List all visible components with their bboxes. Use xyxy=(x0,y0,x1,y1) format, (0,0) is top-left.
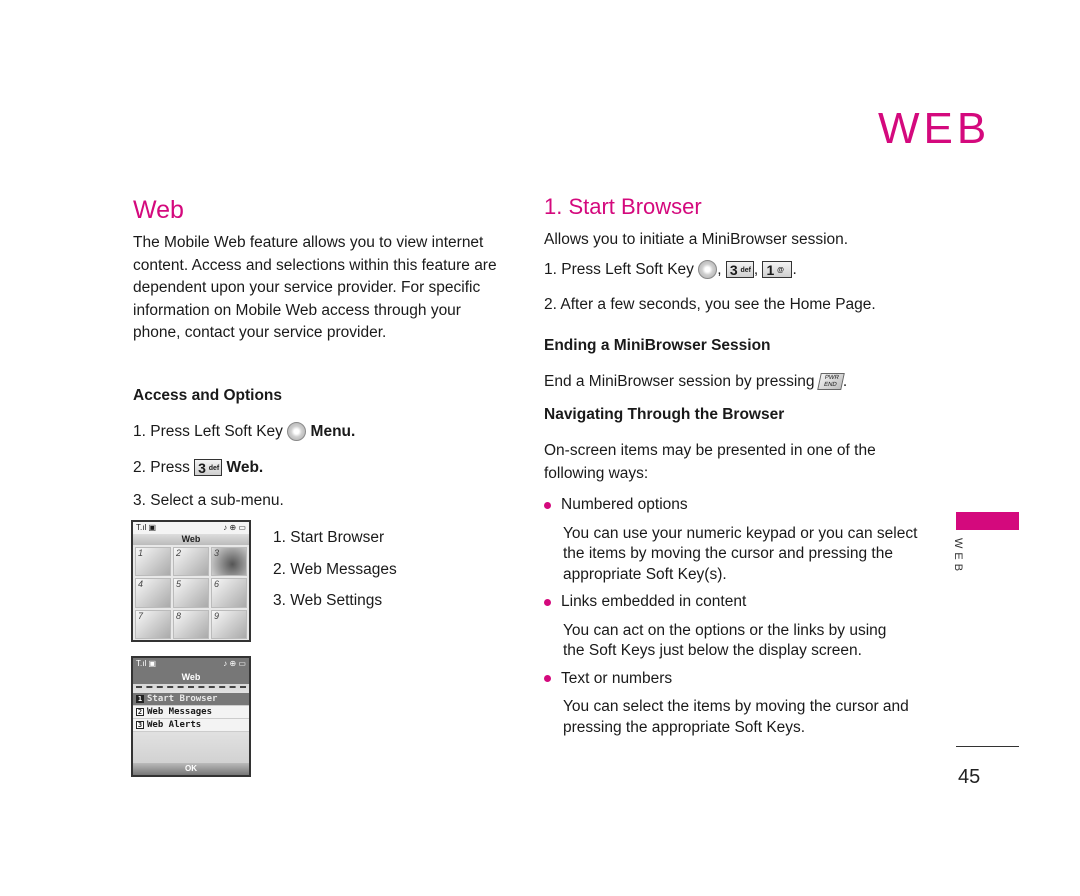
phone-screen-web-grid: T.ıl ▣ ♪ ⊕ ▭ Web 123 456 789 xyxy=(131,520,251,642)
step-2: 2. Press 3 def Web. xyxy=(133,457,263,480)
submenu-item: 2. Web Messages xyxy=(273,560,397,578)
submenu-item: 3. Web Settings xyxy=(273,592,383,609)
menu-grid-cell: 2 xyxy=(173,547,209,577)
menu-grid-cell: 3 xyxy=(211,547,247,577)
submenu-item: 1. Start Browser xyxy=(273,529,385,546)
phone-softkey-bar: OK xyxy=(133,763,249,775)
phone-title: Web xyxy=(133,534,249,545)
phone-menu-item: 2 Web Messages xyxy=(133,706,249,719)
start-browser-step-2: 2. After a few seconds, you see the Home… xyxy=(544,296,876,313)
bullet-description: You can select the items by moving the c… xyxy=(563,698,909,736)
menu-grid-cell: 5 xyxy=(173,578,209,608)
phone-title: Web xyxy=(133,670,249,684)
start-browser-step-1: 1. Press Left Soft Key , 3 def, 1 @. xyxy=(544,260,797,280)
bullet-title: Text or numbers xyxy=(561,669,673,687)
bullet-description: You can act on the options or the links … xyxy=(563,621,887,660)
bullet-icon xyxy=(544,675,551,683)
step-2-text: 2. Press xyxy=(133,459,190,476)
bullet-description: You can use your numeric keypad or you c… xyxy=(563,524,918,583)
signal-icon: T.ıl ▣ xyxy=(136,659,157,668)
step-2-target: Web. xyxy=(226,459,264,476)
battery-icon: ♪ ⊕ ▭ xyxy=(223,659,246,668)
section-heading-start-browser: 1. Start Browser xyxy=(544,194,702,219)
left-soft-key-icon xyxy=(287,422,307,442)
phone-menu-list: 1 Start Browser 2 Web Messages 3 Web Alerts xyxy=(133,693,249,732)
end-key-icon: PWR END xyxy=(817,373,845,391)
phone-menu-item: 1 Start Browser xyxy=(133,693,249,706)
step-1: 1. Press Left Soft Key Menu. xyxy=(133,421,355,444)
status-bar: T.ıl ▣ ♪ ⊕ ▭ xyxy=(133,522,249,534)
section-heading-web: Web xyxy=(133,196,184,224)
side-tab-label: WEB xyxy=(952,538,964,576)
step-1-text: 1. Press Left Soft Key xyxy=(544,261,694,278)
menu-grid-cell: 8 xyxy=(173,609,209,639)
bullet-icon xyxy=(544,598,551,606)
battery-icon: ♪ ⊕ ▭ xyxy=(223,523,246,532)
signal-icon: T.ıl ▣ xyxy=(136,523,157,532)
bullet-icon xyxy=(544,501,551,509)
menu-grid-cell: 7 xyxy=(135,609,171,639)
left-soft-key-icon xyxy=(698,260,718,280)
menu-grid-cell: 4 xyxy=(135,578,171,608)
key-3-def-icon: 3 def xyxy=(725,261,754,279)
ending-session-text: End a MiniBrowser session by pressing PW… xyxy=(544,373,848,391)
step-1-text: 1. Press Left Soft Key xyxy=(133,423,283,440)
menu-grid-cell: 9 xyxy=(211,609,247,639)
phone-screen-web-menu: T.ıl ▣ ♪ ⊕ ▭ Web 1 Start Browser 2 Web Mes… xyxy=(131,656,251,777)
key-1-voicemail-icon: 1 @ xyxy=(762,261,793,279)
navigating-heading: Navigating Through the Browser xyxy=(544,406,785,423)
step-3: 3. Select a sub-menu. xyxy=(133,492,284,509)
bullet-item: Text or numbers xyxy=(544,668,924,691)
menu-grid-cell: 1 xyxy=(135,547,171,577)
ending-text: End a MiniBrowser session by pressing xyxy=(544,373,815,390)
intro-paragraph: The Mobile Web feature allows you to vie… xyxy=(133,234,497,341)
phone-menu-item: 3 Web Alerts xyxy=(133,719,249,732)
bullet-item: Links embedded in content xyxy=(544,591,924,614)
bullet-item: Numbered options xyxy=(544,494,924,517)
start-browser-intro: Allows you to initiate a MiniBrowser ses… xyxy=(544,231,849,248)
access-options-heading: Access and Options xyxy=(133,387,283,404)
step-1-target: Menu. xyxy=(310,423,356,440)
navigating-intro: On-screen items may be presented in one … xyxy=(544,442,876,482)
menu-grid-cell: 6 xyxy=(211,578,247,608)
chapter-side-tab xyxy=(956,512,1019,530)
submenu-list: 1. Start Browser 2. Web Messages 3. Web … xyxy=(273,522,397,617)
page-number: 45 xyxy=(958,766,981,788)
chapter-title: WEB xyxy=(878,104,991,153)
key-3-def-icon: 3 def xyxy=(194,459,223,477)
bullet-list: Numbered options You can use your numeri… xyxy=(544,494,924,738)
footer-rule xyxy=(956,746,1019,747)
menu-grid: 123 456 789 xyxy=(133,545,249,640)
ending-session-heading: Ending a MiniBrowser Session xyxy=(544,337,771,354)
ok-softkey: OK xyxy=(185,764,197,773)
bullet-title: Links embedded in content xyxy=(561,593,747,610)
divider xyxy=(136,686,246,691)
bullet-title: Numbered options xyxy=(561,496,688,513)
status-bar: T.ıl ▣ ♪ ⊕ ▭ xyxy=(133,658,249,670)
